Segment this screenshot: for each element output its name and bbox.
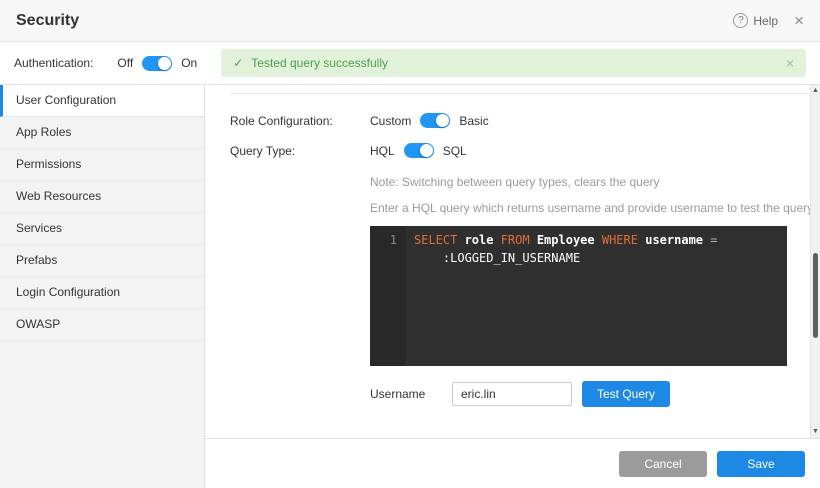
query-switch-note: Note: Switching between query types, cle… <box>370 175 820 189</box>
check-icon: ✓ <box>233 56 243 70</box>
query-sql-label: SQL <box>443 144 467 158</box>
sidebar-item-login-configuration[interactable]: Login Configuration <box>0 277 204 309</box>
code-token: WHERE <box>602 233 645 247</box>
help-icon: ? <box>733 13 748 28</box>
success-banner: ✓ Tested query successfully × <box>221 49 806 77</box>
role-configuration-toggle[interactable] <box>420 113 450 128</box>
footer: Cancel Save <box>205 438 820 488</box>
role-custom-label: Custom <box>370 114 411 128</box>
code-token: :LOGGED_IN_USERNAME <box>443 251 580 265</box>
code-token: role <box>465 233 501 247</box>
role-basic-label: Basic <box>459 114 488 128</box>
banner-close-icon[interactable]: × <box>786 55 794 71</box>
security-dialog: Security ? Help × Authentication: Off On… <box>0 0 820 488</box>
scroll-down-icon[interactable]: ▼ <box>811 428 820 436</box>
sidebar-item-services[interactable]: Services <box>0 213 204 245</box>
query-type-row: Query Type: HQL SQL <box>230 143 820 158</box>
header: Security ? Help × <box>0 0 820 42</box>
authentication-bar: Authentication: Off On ✓ Tested query su… <box>0 42 820 84</box>
code-token <box>414 251 443 265</box>
sidebar-item-app-roles[interactable]: App Roles <box>0 117 204 149</box>
sidebar-item-owasp[interactable]: OWASP <box>0 309 204 341</box>
help-label: Help <box>753 14 778 28</box>
help-button[interactable]: ? Help <box>733 13 778 28</box>
role-configuration-row: Role Configuration: Custom Basic <box>230 113 820 128</box>
content-divider <box>230 93 808 94</box>
line-number-gutter: 1 <box>370 226 406 366</box>
save-button[interactable]: Save <box>717 451 805 477</box>
code-token: FROM <box>501 233 537 247</box>
username-row: Username Test Query <box>370 381 820 407</box>
query-instruction-note: Enter a HQL query which returns username… <box>370 201 820 215</box>
username-label: Username <box>370 387 452 401</box>
toggle-knob <box>436 114 449 127</box>
code-token: SELECT <box>414 233 465 247</box>
query-hql-label: HQL <box>370 144 395 158</box>
code-token: Employee <box>537 233 602 247</box>
query-type-label: Query Type: <box>230 144 370 158</box>
query-code-editor[interactable]: 1 SELECT role FROM Employee WHERE userna… <box>370 226 787 366</box>
main-panel: Role Configuration: Custom Basic Query T… <box>205 85 820 488</box>
toggle-knob <box>158 57 171 70</box>
sidebar-item-user-configuration[interactable]: User Configuration <box>0 85 204 117</box>
code-token: username <box>645 233 710 247</box>
page-title: Security <box>16 12 79 30</box>
role-configuration-label: Role Configuration: <box>230 114 370 128</box>
test-query-button[interactable]: Test Query <box>582 381 670 407</box>
scroll-up-icon[interactable]: ▲ <box>811 87 820 95</box>
auth-on-label: On <box>181 56 197 70</box>
sidebar-item-permissions[interactable]: Permissions <box>0 149 204 181</box>
toggle-knob <box>420 144 433 157</box>
authentication-label: Authentication: <box>14 56 93 70</box>
content-area: Role Configuration: Custom Basic Query T… <box>205 85 820 438</box>
banner-message: Tested query successfully <box>251 56 388 70</box>
code-token: = <box>710 233 717 247</box>
query-type-toggle[interactable] <box>404 143 434 158</box>
username-input[interactable] <box>452 382 572 406</box>
code-content[interactable]: SELECT role FROM Employee WHERE username… <box>406 226 787 366</box>
authentication-toggle[interactable] <box>142 56 172 71</box>
sidebar: User ConfigurationApp RolesPermissionsWe… <box>0 85 205 488</box>
close-icon[interactable]: × <box>794 12 804 29</box>
scrollbar-track[interactable]: ▲ ▼ <box>810 85 820 438</box>
auth-off-label: Off <box>117 56 133 70</box>
scrollbar-thumb[interactable] <box>813 253 818 338</box>
sidebar-item-web-resources[interactable]: Web Resources <box>0 181 204 213</box>
cancel-button[interactable]: Cancel <box>619 451 707 477</box>
sidebar-item-prefabs[interactable]: Prefabs <box>0 245 204 277</box>
